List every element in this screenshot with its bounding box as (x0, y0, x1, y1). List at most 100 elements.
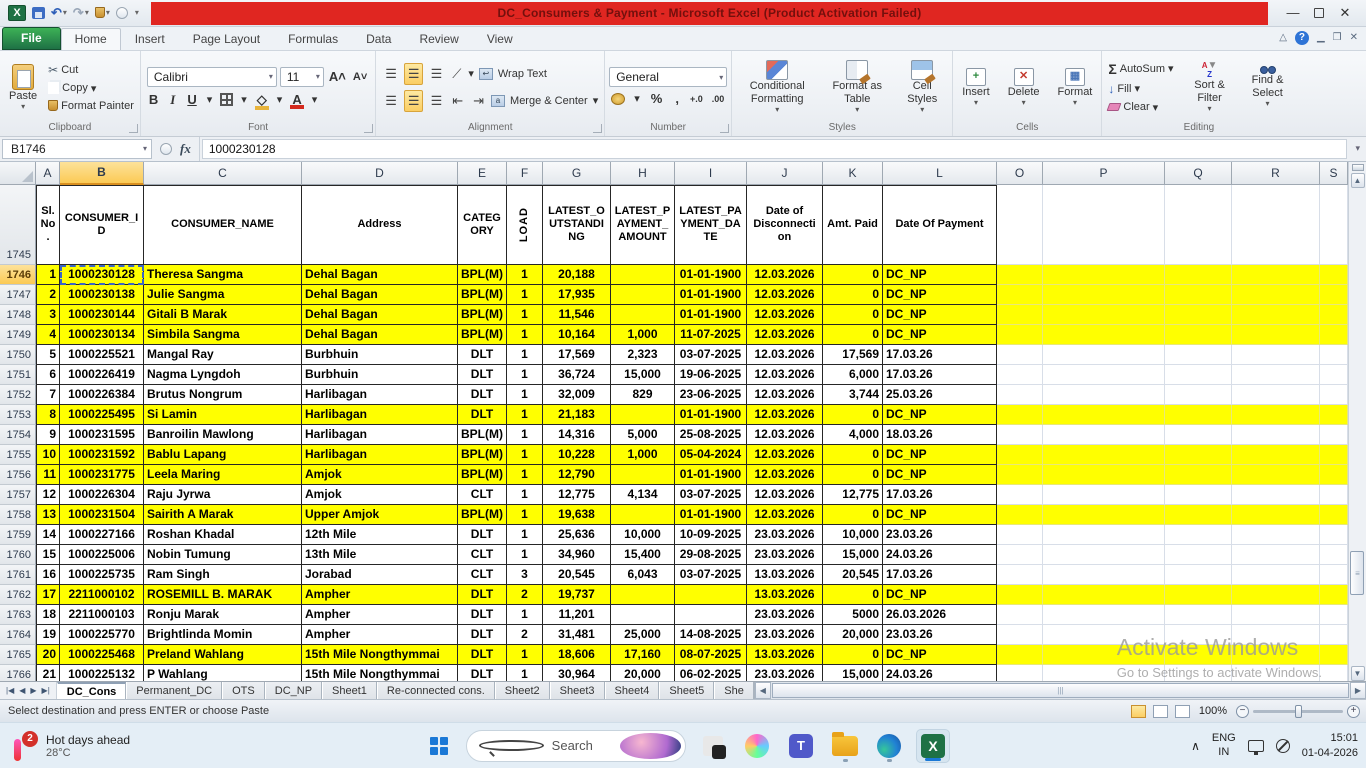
last-sheet-icon[interactable]: ▶| (40, 686, 52, 695)
scroll-down-icon[interactable]: ▼ (1351, 666, 1365, 681)
cell[interactable]: 0 (823, 465, 883, 485)
cell[interactable]: 0 (823, 585, 883, 605)
cell[interactable]: 1 (507, 425, 543, 445)
empty-cell[interactable] (1320, 565, 1348, 585)
empty-cell[interactable] (1043, 465, 1165, 485)
column-header-Q[interactable]: Q (1165, 162, 1232, 185)
edge-button[interactable] (872, 729, 906, 763)
cell[interactable]: 15,000 (823, 665, 883, 681)
cell[interactable]: 11,201 (543, 605, 611, 625)
paste-button[interactable]: Paste▾ (4, 62, 42, 114)
cell[interactable]: 1 (507, 545, 543, 565)
cell[interactable]: 1 (507, 405, 543, 425)
number-dialog-launcher[interactable] (720, 124, 729, 133)
sort-filter-button[interactable]: A▼Z Sort & Filter▾ (1186, 59, 1234, 115)
cell[interactable]: Roshan Khadal (144, 525, 302, 545)
cell[interactable]: 23.03.2026 (747, 525, 823, 545)
copy-button[interactable]: Copy▾ (46, 81, 136, 96)
empty-cell[interactable] (997, 385, 1043, 405)
borders-icon[interactable] (220, 93, 233, 106)
cell[interactable]: 26.03.2026 (883, 605, 997, 625)
empty-cell[interactable] (1232, 405, 1320, 425)
align-right-icon[interactable]: ☰ (428, 91, 445, 111)
cell[interactable]: 1000231504 (60, 505, 144, 525)
zoom-slider[interactable]: − + (1236, 705, 1360, 718)
page-layout-view-icon[interactable] (1153, 705, 1168, 718)
hidden-icons-chevron[interactable]: ∧ (1191, 739, 1200, 753)
cell[interactable]: 1 (507, 285, 543, 305)
row-header-1748[interactable]: 1748 (0, 305, 36, 325)
print-preview-button[interactable] (116, 7, 128, 19)
cell[interactable]: Amjok (302, 465, 458, 485)
cell[interactable]: 1000231775 (60, 465, 144, 485)
workbook-close-icon[interactable]: ✕ (1350, 32, 1358, 43)
empty-cell[interactable] (1232, 285, 1320, 305)
cell[interactable]: 829 (611, 385, 675, 405)
help-icon[interactable]: ? (1295, 31, 1309, 45)
cell[interactable]: 01-01-1900 (675, 305, 747, 325)
sheet-tab-re-connected-cons-[interactable]: Re-connected cons. (377, 682, 495, 699)
cell[interactable]: 25,000 (611, 625, 675, 645)
cell[interactable]: Dehal Bagan (302, 305, 458, 325)
empty-cell[interactable] (997, 325, 1043, 345)
cell[interactable]: 1000230138 (60, 285, 144, 305)
decrease-decimal-button[interactable]: .00 (712, 94, 725, 104)
cell[interactable]: 01-01-1900 (675, 465, 747, 485)
cell[interactable]: 25.03.26 (883, 385, 997, 405)
font-dialog-launcher[interactable] (364, 124, 373, 133)
column-header-C[interactable]: C (144, 162, 302, 185)
font-name-combo[interactable]: Calibri▾ (147, 67, 277, 87)
empty-cell[interactable] (1320, 265, 1348, 285)
empty-cell[interactable] (1320, 645, 1348, 665)
wrap-text-button[interactable]: Wrap Text (498, 68, 547, 80)
cell[interactable]: DC_NP (883, 325, 997, 345)
sheet-tab-dc-np[interactable]: DC_NP (265, 682, 322, 699)
cell[interactable]: DLT (458, 585, 507, 605)
row-header-1763[interactable]: 1763 (0, 605, 36, 625)
cell[interactable]: Gitali B Marak (144, 305, 302, 325)
cell[interactable]: 1 (507, 325, 543, 345)
redo-button[interactable]: ↷▾ (73, 5, 89, 21)
cell[interactable]: 24.03.26 (883, 545, 997, 565)
cell[interactable]: Nobin Tumung (144, 545, 302, 565)
cell[interactable]: 9 (36, 425, 60, 445)
column-header-L[interactable]: L (883, 162, 997, 185)
empty-cell[interactable] (1165, 305, 1232, 325)
cell[interactable]: 1000225468 (60, 645, 144, 665)
cell[interactable]: 01-01-1900 (675, 405, 747, 425)
empty-cell[interactable] (1232, 305, 1320, 325)
cell[interactable]: 15,400 (611, 545, 675, 565)
cell[interactable]: 12 (36, 485, 60, 505)
empty-cell[interactable] (1165, 545, 1232, 565)
autosum-button[interactable]: ΣAutoSum▾ (1106, 60, 1175, 78)
cell[interactable]: 1 (507, 505, 543, 525)
cell[interactable]: 20,000 (611, 665, 675, 681)
cell[interactable]: 6 (36, 365, 60, 385)
cell[interactable]: 1 (36, 265, 60, 285)
column-header-O[interactable]: O (997, 162, 1043, 185)
font-color-button[interactable]: A (290, 92, 303, 107)
empty-cell[interactable] (997, 305, 1043, 325)
empty-cell[interactable] (1320, 445, 1348, 465)
empty-cell[interactable] (1232, 445, 1320, 465)
task-view-button[interactable] (696, 729, 730, 763)
cell[interactable]: Ronju Marak (144, 605, 302, 625)
empty-cell[interactable] (1232, 425, 1320, 445)
cell[interactable] (611, 505, 675, 525)
empty-cell[interactable] (1043, 485, 1165, 505)
cell[interactable]: 34,960 (543, 545, 611, 565)
cell[interactable]: 12.03.2026 (747, 385, 823, 405)
cell[interactable]: 21,183 (543, 405, 611, 425)
row-header-1761[interactable]: 1761 (0, 565, 36, 585)
sound-muted-icon[interactable] (1276, 739, 1290, 753)
cell[interactable]: BPL(M) (458, 505, 507, 525)
excel-taskbar-button[interactable]: X (916, 729, 950, 763)
delete-cells-button[interactable]: ✕ Delete▾ (1003, 66, 1045, 110)
cell[interactable]: 12,790 (543, 465, 611, 485)
next-sheet-icon[interactable]: ▶ (28, 686, 38, 695)
cell[interactable]: 19,638 (543, 505, 611, 525)
cell[interactable]: 1 (507, 645, 543, 665)
ribbon-tab-insert[interactable]: Insert (121, 28, 179, 50)
select-all-button[interactable] (0, 162, 36, 185)
column-header-D[interactable]: D (302, 162, 458, 185)
